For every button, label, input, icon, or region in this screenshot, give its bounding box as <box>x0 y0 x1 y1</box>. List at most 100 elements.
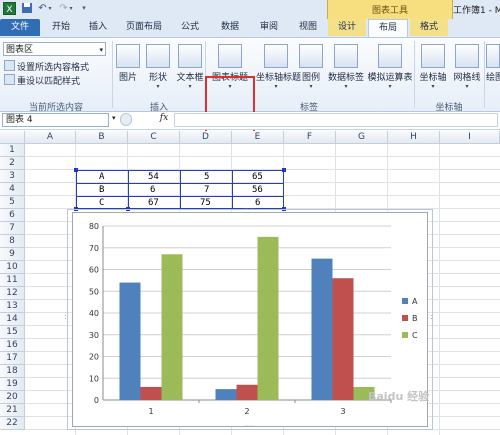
undo-dropdown-icon[interactable]: ▾ <box>47 2 53 15</box>
formula-bar-handle[interactable] <box>120 113 132 126</box>
row-header[interactable]: 16 <box>0 339 25 352</box>
row-header[interactable]: 12 <box>0 287 25 300</box>
format-selection-button[interactable]: 设置所选内容格式 <box>4 60 89 73</box>
row-header[interactable]: 18 <box>0 365 25 378</box>
y-tick-label: 30 <box>89 331 99 340</box>
chart-resize-handle-bottom[interactable]: ···· <box>244 423 254 431</box>
gridlines-button[interactable]: 网格线 ▾ <box>451 42 483 90</box>
column-header[interactable]: A <box>25 131 76 144</box>
row-header[interactable]: 1 <box>0 144 25 157</box>
row-header[interactable]: 8 <box>0 235 25 248</box>
row-header[interactable]: 22 <box>0 417 25 430</box>
row-header[interactable]: 3 <box>0 170 25 183</box>
tab-view[interactable]: 视图 <box>290 19 326 36</box>
column-header[interactable]: C <box>128 131 180 144</box>
y-tick-label: 10 <box>89 374 99 383</box>
row-header[interactable]: 11 <box>0 274 25 287</box>
insert-textbox-button[interactable]: 文本框 ▾ <box>174 42 206 90</box>
cell-e3[interactable]: 65 <box>252 171 263 183</box>
legend-button[interactable]: 图例 ▾ <box>297 42 325 90</box>
row-header[interactable]: 2 <box>0 157 25 170</box>
name-box[interactable]: 图表 4 <box>2 113 109 127</box>
redo-dropdown-icon[interactable]: ▾ <box>68 2 74 15</box>
tab-page-layout[interactable]: 页面布局 <box>118 19 170 36</box>
plot-area-button[interactable]: 绘图 <box>486 42 500 83</box>
cell-e4[interactable]: 56 <box>252 184 263 196</box>
row-header[interactable]: 4 <box>0 183 25 196</box>
cell-e5[interactable]: 6 <box>255 197 260 209</box>
row-header[interactable]: 19 <box>0 378 25 391</box>
row-header[interactable]: 13 <box>0 300 25 313</box>
column-header[interactable]: I <box>440 131 500 144</box>
cell-d4[interactable]: 7 <box>204 184 209 196</box>
row-header[interactable]: 5 <box>0 196 25 209</box>
title-bar: X ↶ ▾ ↷ ▾ ▾ 图表工具 工作簿1 - Micr <box>0 0 500 20</box>
row-header[interactable]: 10 <box>0 261 25 274</box>
row-header[interactable]: 15 <box>0 326 25 339</box>
legend-swatch-c <box>402 332 408 338</box>
tab-design[interactable]: 设计 <box>328 19 366 36</box>
chart-tools-header: 图表工具 <box>327 0 453 19</box>
chart-element-selector[interactable]: 图表区 ▾ <box>3 42 106 56</box>
chart-resize-handle-top[interactable]: ···· <box>244 206 254 214</box>
tab-formulas[interactable]: 公式 <box>172 19 208 36</box>
data-labels-icon <box>334 44 358 68</box>
cell-c4[interactable]: 6 <box>150 184 155 196</box>
column-header[interactable]: E <box>232 131 284 144</box>
tab-format[interactable]: 格式 <box>410 19 448 36</box>
x-tick-label: 3 <box>340 407 345 416</box>
column-header[interactable]: G <box>336 131 388 144</box>
axis-titles-button[interactable]: 坐标轴标题 ▾ <box>256 42 302 90</box>
format-selection-label: 设置所选内容格式 <box>17 63 90 73</box>
row-header[interactable]: 17 <box>0 352 25 365</box>
reset-style-button[interactable]: 重设以匹配样式 <box>4 74 80 87</box>
save-icon[interactable] <box>20 2 33 15</box>
cell-b4[interactable]: B <box>99 184 104 196</box>
y-tick-label: 70 <box>89 244 99 253</box>
cell-c3[interactable]: 54 <box>148 171 159 183</box>
chart-resize-handle-left[interactable]: : <box>64 313 68 321</box>
column-header[interactable]: H <box>388 131 440 144</box>
chart-resize-handle-right[interactable]: : <box>430 313 434 321</box>
cell-c5[interactable]: 67 <box>148 197 159 209</box>
insert-function-icon[interactable]: fx <box>157 113 171 123</box>
insert-shapes-button[interactable]: 形状 ▾ <box>143 42 173 90</box>
row-header[interactable]: 14 <box>0 313 25 326</box>
range-handle[interactable] <box>282 168 286 172</box>
data-table-button[interactable]: 模拟运算表 ▾ <box>367 42 413 90</box>
insert-picture-button[interactable]: 图片 <box>114 42 142 83</box>
column-header[interactable]: F <box>284 131 336 144</box>
range-handle[interactable] <box>74 168 78 172</box>
cell-b3[interactable]: A <box>99 171 104 183</box>
tab-file[interactable]: 文件 <box>0 19 40 36</box>
insert-picture-label: 图片 <box>118 73 137 83</box>
cell-d5[interactable]: 75 <box>200 197 211 209</box>
chevron-down-icon: ▾ <box>188 83 192 90</box>
tab-insert[interactable]: 插入 <box>80 19 116 36</box>
axis-titles-label: 坐标轴标题 <box>256 73 302 83</box>
data-labels-button[interactable]: 数据标签 ▾ <box>327 42 365 90</box>
row-header[interactable]: 20 <box>0 391 25 404</box>
row-header[interactable]: 7 <box>0 222 25 235</box>
cell-b5[interactable]: C <box>99 197 104 209</box>
column-header[interactable]: D <box>180 131 232 144</box>
formula-input[interactable] <box>174 113 498 127</box>
tab-layout[interactable]: 布局 <box>368 19 408 38</box>
tab-review[interactable]: 审阅 <box>251 19 287 36</box>
legend-label-a: A <box>412 297 418 306</box>
axes-button[interactable]: 坐标轴 ▾ <box>417 42 449 90</box>
cell-d3[interactable]: 5 <box>204 171 209 183</box>
name-box-dropdown-icon[interactable]: ▾ <box>112 114 116 122</box>
row-header[interactable]: 9 <box>0 248 25 261</box>
row-header[interactable]: 21 <box>0 404 25 417</box>
axis-titles-icon <box>264 44 288 68</box>
tab-data[interactable]: 数据 <box>212 19 248 36</box>
chevron-down-icon: ▾ <box>465 83 469 90</box>
row-header[interactable]: 6 <box>0 209 25 222</box>
select-all-corner[interactable] <box>0 131 25 144</box>
legend-label: 图例 <box>301 73 320 83</box>
customize-toolbar-icon[interactable]: ▾ <box>80 2 88 15</box>
tab-home[interactable]: 开始 <box>43 19 79 36</box>
table-col-divider <box>128 170 129 209</box>
column-header[interactable]: B <box>76 131 128 144</box>
